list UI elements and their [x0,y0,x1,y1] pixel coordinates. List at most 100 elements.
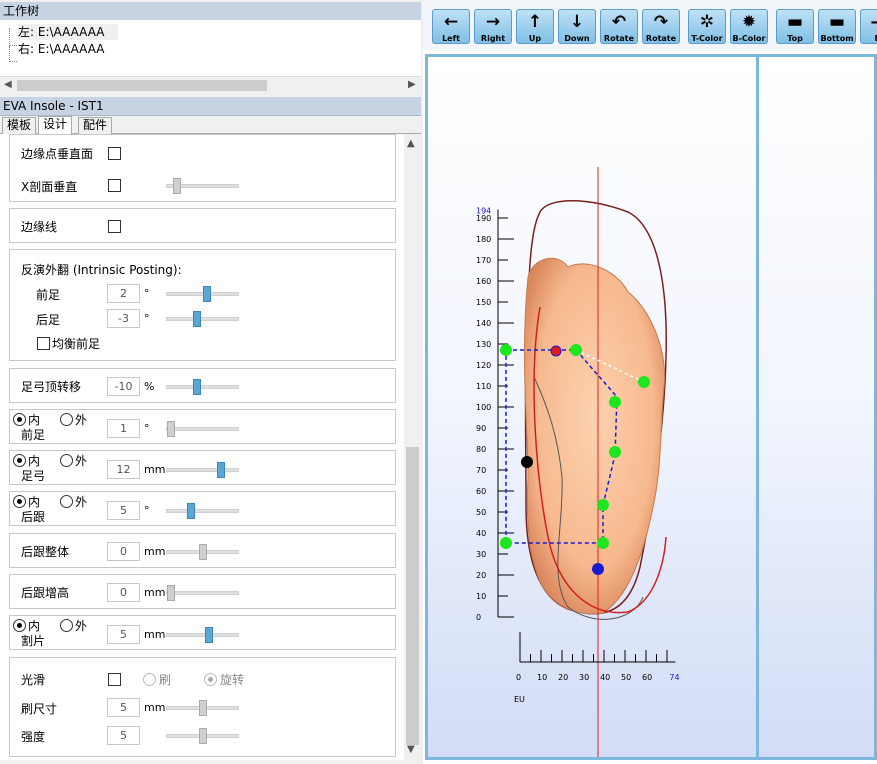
edge-line-label: 边缘线 [21,220,58,234]
heel-whole-slider[interactable] [166,544,239,560]
rotate-radio[interactable] [204,673,217,686]
tree-item-left[interactable]: 左: E:\AAAAAA [18,24,119,40]
slider-knob[interactable] [217,462,225,478]
heel-offset-input[interactable]: 5 [107,501,140,520]
arch-shift-input[interactable]: -10 [107,377,140,396]
x-section-checkbox[interactable] [108,179,121,192]
slider-knob[interactable] [199,700,207,716]
heel-raise-label: 后跟增高 [21,586,70,600]
tab-accessories[interactable]: 配件 [78,117,113,134]
forefoot-offset-input[interactable]: 1 [107,419,140,438]
heel-raise-slider[interactable] [166,585,239,601]
cut-slider[interactable] [166,627,239,643]
toolbar-label: Fr [861,34,877,43]
arch-offset-slider[interactable] [166,462,239,478]
tab-template[interactable]: 模板 [2,117,37,134]
arch-peak-point [550,345,562,357]
group-heel-raise: 后跟增高 0 mm [9,574,396,609]
slider-knob[interactable] [199,544,207,560]
toolbar-button-down-3[interactable]: ↓ Down [558,9,596,44]
3d-viewport[interactable]: 194 190 180 170 160 150 140 130 120 110 100 90 80 70 6… [425,54,877,760]
slider-knob[interactable] [167,585,175,601]
strength-slider[interactable] [166,728,239,744]
slider-knob[interactable] [187,503,195,519]
scroll-thumb[interactable] [406,447,419,745]
group-heel-whole: 后跟整体 0 mm [9,533,396,568]
arch-shift-slider[interactable] [166,379,239,395]
x-tick-label: 50 [621,673,631,682]
slider-knob[interactable] [205,627,213,643]
top-view-icon: ▬ [786,12,804,32]
outer-label: 外 [75,495,88,509]
brush-size-slider[interactable] [166,700,239,716]
toolbar-button-top-8[interactable]: ▬ Top [776,9,814,44]
slider-knob[interactable] [203,286,211,302]
toolbar-button-right-1[interactable]: → Right [474,9,512,44]
forefoot-outer-radio[interactable] [60,413,73,426]
toolbar: ← Left → Right ↑ Up ↓ Down ↶ Rotate ↷ Rotate ✲ T-Colo… [423,0,877,50]
toolbar-button-t-color-6[interactable]: ✲ T-Color [688,9,726,44]
balance-forefoot-checkbox[interactable] [37,337,50,350]
forefoot-slider[interactable] [166,286,239,302]
scroll-left-icon[interactable]: ◀ [4,79,12,90]
scroll-thumb[interactable] [17,80,267,91]
tree-item-right[interactable]: 右: E:\AAAAAA [18,41,104,57]
forefoot-inner-radio[interactable] [13,413,26,426]
toolbar-button-fr-10[interactable]: — Fr [860,9,877,44]
forefoot-input[interactable]: 2 [107,284,140,303]
tab-bar: 模板 设计 配件 [0,116,421,135]
mm-unit: mm [144,545,166,558]
tab-design[interactable]: 设计 [38,116,73,135]
arch-inner-radio[interactable] [13,454,26,467]
slider-knob[interactable] [167,421,175,437]
toolbar-button-rotate-5[interactable]: ↷ Rotate [642,9,680,44]
outer-label: 外 [75,454,88,468]
heel-raise-input[interactable]: 0 [107,583,140,602]
cut-inner-radio[interactable] [13,619,26,632]
top-color-icon: ✲ [699,12,715,32]
brush-radio[interactable] [143,673,156,686]
slider-knob[interactable] [173,178,181,194]
strength-input[interactable]: 5 [107,726,140,745]
toolbar-button-rotate-4[interactable]: ↶ Rotate [600,9,638,44]
arch-offset-input[interactable]: 12 [107,460,140,479]
brush-size-input[interactable]: 5 [107,698,140,717]
toolbar-button-bottom-9[interactable]: ▬ Bottom [818,9,856,44]
toolbar-button-left-0[interactable]: ← Left [432,9,470,44]
scroll-down-icon[interactable]: ▼ [407,744,415,755]
scroll-right-icon[interactable]: ▶ [408,79,416,90]
x-section-slider[interactable] [166,178,239,194]
slider-knob[interactable] [193,311,201,327]
reference-point [521,456,533,468]
strength-label: 强度 [21,730,46,744]
y-tick-label: 20 [476,571,486,580]
toolbar-button-b-color-7[interactable]: ✹ B-Color [730,9,768,44]
heel-inner-radio[interactable] [13,495,26,508]
control-point [597,499,609,511]
arch-outer-radio[interactable] [60,454,73,467]
group-edge-line: 边缘线 [9,208,396,243]
heel-outer-radio[interactable] [60,495,73,508]
cut-outer-radio[interactable] [60,619,73,632]
degree-unit: ° [144,312,150,325]
group-smooth: 光滑 刷 旋转 刷尺寸 5 mm 强度 5 [9,657,396,757]
y-tick-label: 100 [476,403,491,412]
y-tick-label: 190 [476,214,491,223]
rearfoot-input[interactable]: -3 [107,309,140,328]
slider-knob[interactable] [199,728,207,744]
edge-vertical-checkbox[interactable] [108,147,121,160]
slider-knob[interactable] [193,379,201,395]
y-tick-label: 160 [476,277,491,286]
horizontal-scrollbar[interactable]: ◀ ▶ [0,76,421,93]
forefoot-offset-slider[interactable] [166,421,239,437]
rearfoot-slider[interactable] [166,311,239,327]
cut-input[interactable]: 5 [107,625,140,644]
heel-offset-slider[interactable] [166,503,239,519]
smooth-checkbox[interactable] [108,673,121,686]
toolbar-button-up-2[interactable]: ↑ Up [516,9,554,44]
y-tick-label: 50 [476,508,486,517]
scroll-up-icon[interactable]: ▲ [407,138,415,149]
vertical-scrollbar[interactable]: ▲ ▼ [404,134,421,760]
heel-whole-input[interactable]: 0 [107,542,140,561]
edge-line-checkbox[interactable] [108,220,121,233]
